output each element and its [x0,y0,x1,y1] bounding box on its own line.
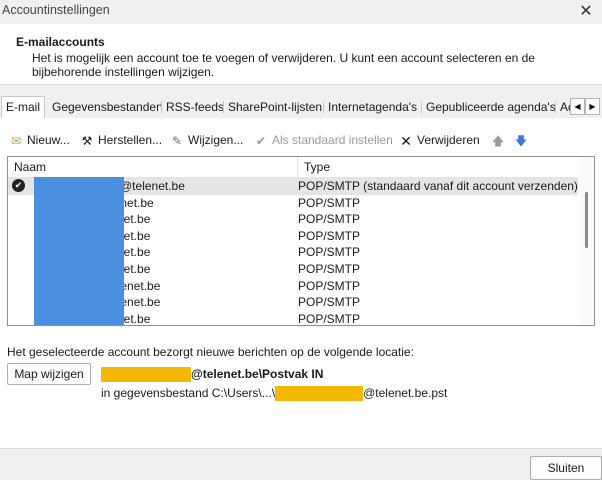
account-type: POP/SMTP [298,245,361,260]
column-header-type[interactable]: Type [297,157,574,177]
data-file-path: in gegevensbestand C:\Users\...\ @telenet… [101,385,448,402]
tab-rss-feeds[interactable]: RSS-feeds [161,97,228,117]
accounts-list: Naam Type ✔ @telenet.be POP/SMTP (standa… [7,156,595,326]
change-account-button[interactable]: ✎ Wijzigen... [169,130,243,150]
data-file-suffix: @telenet.be.pst [363,386,448,400]
title-bar: Accountinstellingen ✕ [0,0,602,24]
account-type: POP/SMTP [298,195,361,210]
delivery-folder-suffix: @telenet.be\Postvak IN [191,367,324,381]
window-title: Accountinstellingen [2,3,110,17]
accounts-scrollbar[interactable] [580,157,594,325]
tab-scroll-left-icon[interactable]: ◀ [570,98,585,115]
tab-data-files[interactable]: Gegevensbestanden [47,97,167,117]
delivery-location-text: Het geselecteerde account bezorgt nieuwe… [7,345,414,359]
repair-icon: ⚒ [81,133,93,148]
tab-strip: E-mail Gegevensbestanden RSS-feeds Share… [0,96,602,119]
new-account-button[interactable]: ✉ Nieuw... [8,130,70,150]
tab-scroll-buttons: ◀ ▶ [570,98,600,115]
scrollbar-thumb[interactable] [585,192,588,248]
change-account-label: Wijzigen... [188,133,244,147]
account-toolbar: ✉ Nieuw... ⚒ Herstellen... ✎ Wijzigen... ✔ A… [8,130,598,150]
tab-sharepoint-lists[interactable]: SharePoint-lijsten [223,97,326,117]
repair-account-button[interactable]: ⚒ Herstellen... [79,130,162,150]
move-up-icon: 🡅 [491,133,505,148]
close-button[interactable]: Sluiten [530,456,602,480]
account-type: POP/SMTP [298,278,361,293]
remove-account-label: Verwijderen [417,133,480,147]
remove-icon: ✕ [400,132,412,149]
set-default-label: Als standaard instellen [272,133,393,147]
change-icon: ✎ [171,133,183,148]
redaction-block [275,386,364,402]
account-type: POP/SMTP [298,261,361,276]
data-file-prefix: in gegevensbestand C:\Users\...\ [101,386,276,400]
account-type: POP/SMTP [298,295,361,310]
redaction-block [101,367,191,383]
new-mail-icon: ✉ [10,133,22,148]
repair-account-label: Herstellen... [98,133,163,147]
close-icon[interactable]: ✕ [578,1,594,21]
account-name: @telenet.be [120,179,185,193]
move-down-button[interactable]: 🡇 [513,130,532,150]
column-header-name[interactable]: Naam [14,157,46,177]
account-type: POP/SMTP [298,228,361,243]
dialog-header: E-mailaccounts Het is mogelijk een accou… [0,24,602,85]
tab-published-calendars[interactable]: Gepubliceerde agenda's [421,97,560,117]
email-tab-panel: ✉ Nieuw... ⚒ Herstellen... ✎ Wijzigen... ✔ A… [0,118,602,448]
new-account-label: Nieuw... [27,133,70,147]
header-title: E-mailaccounts [16,35,105,49]
tab-email[interactable]: E-mail [1,96,46,119]
header-description: Het is mogelijk een account toe te voege… [32,51,535,79]
change-folder-button[interactable]: Map wijzigen [7,363,91,385]
account-type: POP/SMTP [298,311,361,326]
redaction-block [34,177,124,325]
default-account-icon: ✔ [12,179,25,192]
tab-internet-calendars[interactable]: Internetagenda's [323,97,421,117]
tab-scroll-right-icon[interactable]: ▶ [585,98,600,115]
dialog-footer: Sluiten [0,448,602,480]
set-default-button[interactable]: ✔ Als standaard instellen [253,130,393,150]
account-type: POP/SMTP (standaard vanaf dit account ve… [298,179,578,193]
move-up-button[interactable]: 🡅 [490,130,509,150]
remove-account-button[interactable]: ✕ Verwijderen [398,130,480,150]
default-check-icon: ✔ [255,133,267,148]
delivery-folder-path: @telenet.be\Postvak IN [101,366,324,383]
move-down-icon: 🡇 [514,133,528,148]
accounts-list-header: Naam Type [8,157,578,178]
account-type: POP/SMTP [298,212,361,227]
